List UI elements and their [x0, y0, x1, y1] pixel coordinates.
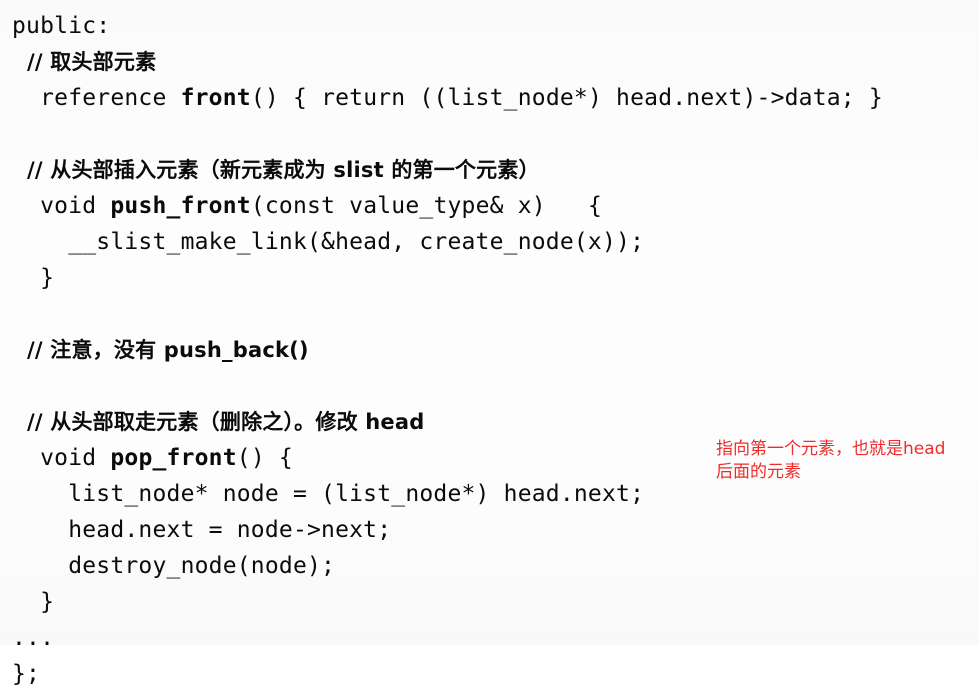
code-token: (const value_type& x) { — [250, 193, 603, 219]
code-token: () { return ((list_node*) head.next)->da… — [250, 85, 883, 111]
code-identifier: pop_front — [110, 445, 237, 471]
code-token: void — [12, 193, 111, 219]
code-line: // 取头部元素 — [12, 50, 157, 74]
scanned-code-page: public: // 取头部元素 reference front() { ret… — [0, 0, 979, 687]
code-line: __slist_make_link(&head, create_node(x))… — [12, 229, 645, 255]
code-line: // 注意，没有 push_back() — [12, 338, 309, 362]
code-line: ... — [12, 625, 55, 651]
code-line: public: — [12, 13, 111, 39]
code-identifier: push_front — [110, 193, 251, 219]
code-line: void push_front(const value_type& x) { — [12, 188, 972, 224]
code-token: void — [12, 445, 111, 471]
code-line: }; — [12, 661, 41, 687]
code-line: destroy_node(node); — [12, 553, 336, 579]
code-token: () { — [236, 445, 293, 471]
annotation-line-1: 指向第一个元素，也就是head — [716, 439, 946, 459]
code-line: reference front() { return ((list_node*)… — [12, 80, 972, 116]
code-listing: public: // 取头部元素 reference front() { ret… — [12, 8, 972, 692]
code-line: } — [12, 265, 55, 291]
code-token: reference — [12, 85, 181, 111]
code-line: // 从头部取走元素（删除之）。修改 head — [12, 410, 425, 434]
code-line: // 从头部插入元素（新元素成为 slist 的第一个元素） — [12, 158, 540, 182]
code-identifier: front — [180, 85, 251, 111]
annotation-line-2: 后面的元素 — [716, 462, 801, 482]
code-line: } — [12, 589, 55, 615]
code-line: head.next = node->next; — [12, 517, 392, 543]
red-annotation: 指向第一个元素，也就是head 后面的元素 — [716, 438, 974, 484]
